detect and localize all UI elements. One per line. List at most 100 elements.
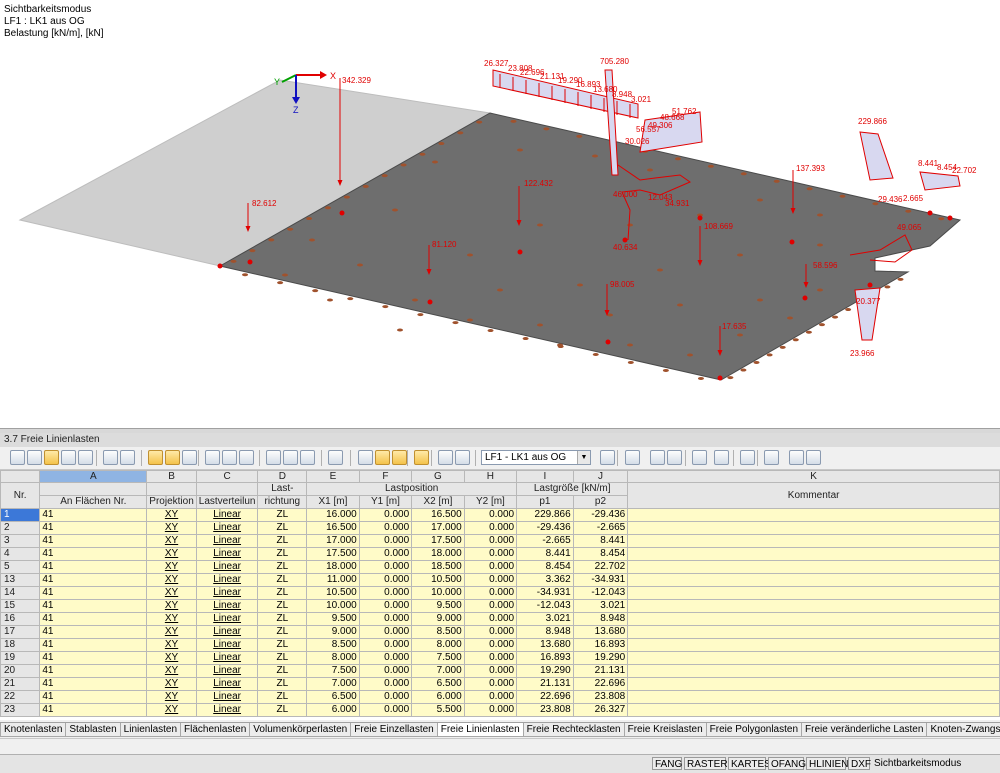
- p1-cell[interactable]: 3.021: [516, 612, 574, 626]
- x2-cell[interactable]: 5.500: [411, 703, 465, 717]
- x1-cell[interactable]: 9.000: [306, 625, 360, 639]
- flaechen-cell[interactable]: 41: [39, 625, 148, 639]
- model-canvas[interactable]: 342.32982.61226.32723.80822.69621.13119.…: [0, 0, 1000, 428]
- y2-cell[interactable]: 0.000: [463, 690, 518, 704]
- table-row[interactable]: 17 41 XY Linear ZL 9.000 0.000 8.500 0.000 8.948 1…: [0, 625, 1000, 639]
- filter-icon[interactable]: [44, 450, 59, 465]
- kommentar-cell[interactable]: [627, 690, 1000, 704]
- y1-cell[interactable]: 0.000: [358, 651, 413, 665]
- zoom-icon[interactable]: [692, 450, 707, 465]
- flaechen-cell[interactable]: 41: [39, 690, 148, 704]
- columns-icon[interactable]: [375, 450, 390, 465]
- p1-cell[interactable]: -34.931: [516, 586, 574, 600]
- y1-cell[interactable]: 0.000: [358, 625, 413, 639]
- projektion-cell[interactable]: XY: [146, 508, 197, 522]
- richtung-cell[interactable]: ZL: [257, 690, 308, 704]
- y2-cell[interactable]: 0.000: [463, 625, 518, 639]
- move-icon[interactable]: [328, 450, 343, 465]
- kommentar-cell[interactable]: [627, 521, 1000, 535]
- verteilung-cell[interactable]: Linear: [195, 612, 259, 626]
- properties-icon[interactable]: [392, 450, 407, 465]
- verteilung-cell[interactable]: Linear: [195, 625, 259, 639]
- table-row[interactable]: 21 41 XY Linear ZL 7.000 0.000 6.500 0.000 21.131…: [0, 677, 1000, 691]
- delete-row-icon[interactable]: [300, 450, 315, 465]
- richtung-cell[interactable]: ZL: [257, 638, 308, 652]
- projektion-cell[interactable]: XY: [146, 599, 197, 613]
- right-arrow-icon[interactable]: [120, 450, 135, 465]
- sum-icon[interactable]: [740, 450, 755, 465]
- kommentar-cell[interactable]: [627, 547, 1000, 561]
- projektion-cell[interactable]: XY: [146, 560, 197, 574]
- y1-cell[interactable]: 0.000: [358, 677, 413, 691]
- flaechen-cell[interactable]: 41: [39, 560, 148, 574]
- y1-cell[interactable]: 0.000: [358, 638, 413, 652]
- p2-cell[interactable]: 21.131: [572, 664, 629, 678]
- projektion-cell[interactable]: XY: [146, 612, 197, 626]
- p2-cell[interactable]: 22.696: [572, 677, 629, 691]
- richtung-cell[interactable]: ZL: [257, 547, 308, 561]
- table-row[interactable]: 20 41 XY Linear ZL 7.500 0.000 7.000 0.000 19.290…: [0, 664, 1000, 678]
- sheet-tab[interactable]: Flächenlasten: [180, 723, 251, 737]
- sheet-tab[interactable]: Freie Polygonlasten: [705, 723, 803, 737]
- row-number[interactable]: 5: [0, 560, 41, 574]
- row-number[interactable]: 22: [0, 690, 41, 704]
- y2-cell[interactable]: 0.000: [463, 534, 518, 548]
- next-icon[interactable]: [625, 450, 640, 465]
- projektion-cell[interactable]: XY: [146, 638, 197, 652]
- excel-icon[interactable]: [714, 450, 729, 465]
- kommentar-cell[interactable]: [627, 573, 1000, 587]
- richtung-cell[interactable]: ZL: [257, 677, 308, 691]
- y2-cell[interactable]: 0.000: [463, 612, 518, 626]
- sheet-tab[interactable]: Knoten-Zwangsverformungen: [926, 723, 1000, 737]
- sheet-tab[interactable]: Freie veränderliche Lasten: [801, 723, 928, 737]
- row-number[interactable]: 19: [0, 651, 41, 665]
- p1-cell[interactable]: 16.893: [516, 651, 574, 665]
- x1-cell[interactable]: 7.500: [306, 664, 360, 678]
- x1-cell[interactable]: 11.000: [306, 573, 360, 587]
- table-row[interactable]: 4 41 XY Linear ZL 17.500 0.000 18.000 0.000 8.441…: [0, 547, 1000, 561]
- row-number[interactable]: 17: [0, 625, 41, 639]
- y2-cell[interactable]: 0.000: [463, 586, 518, 600]
- x2-cell[interactable]: 10.000: [411, 586, 465, 600]
- delete-icon[interactable]: [266, 450, 281, 465]
- verteilung-cell[interactable]: Linear: [195, 547, 259, 561]
- up-icon[interactable]: [205, 450, 220, 465]
- sheet-tab[interactable]: Knotenlasten: [0, 723, 67, 737]
- flaechen-cell[interactable]: 41: [39, 677, 148, 691]
- row-number[interactable]: 14: [0, 586, 41, 600]
- richtung-cell[interactable]: ZL: [257, 573, 308, 587]
- p1-cell[interactable]: 13.680: [516, 638, 574, 652]
- y2-cell[interactable]: 0.000: [463, 521, 518, 535]
- status-dxf-toggle[interactable]: DXF: [848, 757, 871, 770]
- row-number[interactable]: 15: [0, 599, 41, 613]
- row-number[interactable]: 18: [0, 638, 41, 652]
- verteilung-cell[interactable]: Linear: [195, 586, 259, 600]
- verteilung-cell[interactable]: Linear: [195, 534, 259, 548]
- kommentar-cell[interactable]: [627, 625, 1000, 639]
- p1-cell[interactable]: 229.866: [516, 508, 574, 522]
- row-number[interactable]: 21: [0, 677, 41, 691]
- table-icon[interactable]: [358, 450, 373, 465]
- x1-cell[interactable]: 9.500: [306, 612, 360, 626]
- flaechen-cell[interactable]: 41: [39, 586, 148, 600]
- p1-cell[interactable]: 8.948: [516, 625, 574, 639]
- corner-cell[interactable]: [0, 470, 41, 483]
- x1-cell[interactable]: 6.000: [306, 703, 360, 717]
- x1-cell[interactable]: 8.000: [306, 651, 360, 665]
- x2-cell[interactable]: 7.000: [411, 664, 465, 678]
- x1-cell[interactable]: 8.500: [306, 638, 360, 652]
- kommentar-cell[interactable]: [627, 508, 1000, 522]
- projektion-cell[interactable]: XY: [146, 547, 197, 561]
- status-kartes-toggle[interactable]: KARTES: [728, 757, 771, 770]
- flaechen-cell[interactable]: 41: [39, 508, 148, 522]
- sheet-tab[interactable]: Freie Rechtecklasten: [522, 723, 625, 737]
- p1-cell[interactable]: 19.290: [516, 664, 574, 678]
- chart-icon[interactable]: [78, 450, 93, 465]
- p2-cell[interactable]: 8.948: [572, 612, 629, 626]
- y2-cell[interactable]: 0.000: [463, 508, 518, 522]
- p2-cell[interactable]: 22.702: [572, 560, 629, 574]
- left-arrow-icon[interactable]: [103, 450, 118, 465]
- y1-cell[interactable]: 0.000: [358, 703, 413, 717]
- p2-cell[interactable]: 8.454: [572, 547, 629, 561]
- verteilung-cell[interactable]: Linear: [195, 508, 259, 522]
